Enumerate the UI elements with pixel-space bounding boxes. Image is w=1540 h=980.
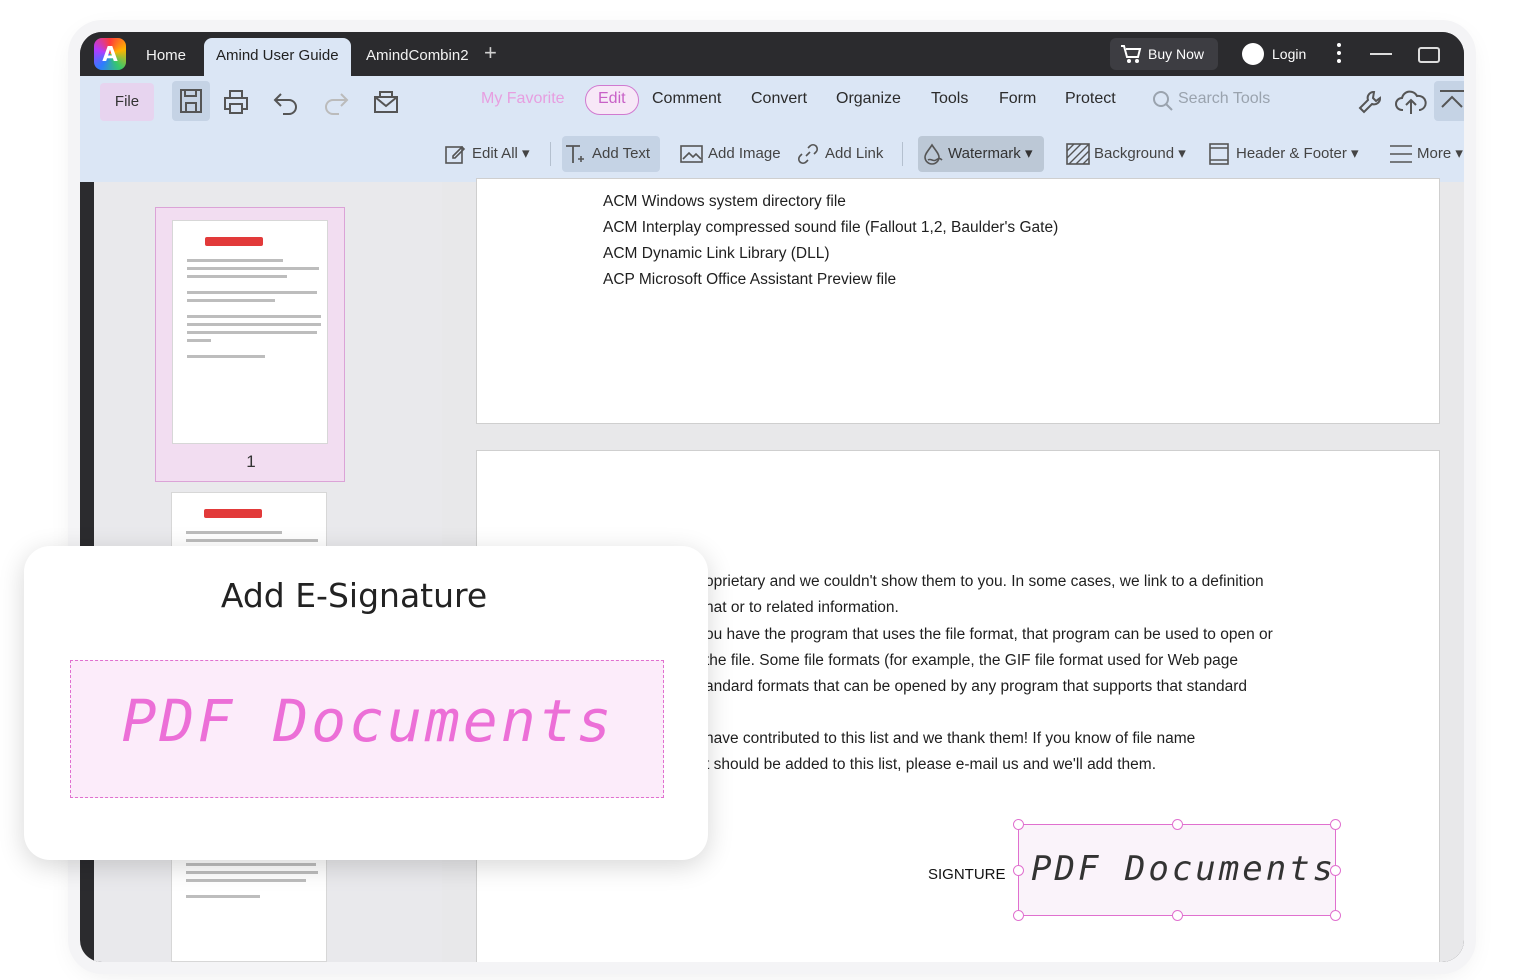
- watermark-label: Watermark ▾: [948, 145, 1033, 162]
- title-bar: A Home Amind User Guide AmindCombin2 + B…: [80, 32, 1464, 76]
- watermark-icon: [924, 143, 943, 165]
- buy-now-button[interactable]: Buy Now: [1110, 38, 1218, 70]
- signature-field[interactable]: PDF Documents: [1013, 819, 1341, 921]
- edit-all-icon: [445, 145, 466, 164]
- header-footer-button[interactable]: Header & Footer ▾: [1206, 136, 1359, 172]
- doc-text-line: have contributed to this list and we tha…: [705, 730, 1196, 747]
- minimize-icon[interactable]: [1370, 53, 1392, 55]
- app-logo-icon[interactable]: A: [94, 38, 126, 70]
- thumbnail-title-mark: [205, 237, 263, 246]
- resize-handle[interactable]: [1172, 819, 1183, 830]
- esignature-drawing-area[interactable]: PDF Documents: [70, 660, 664, 798]
- add-text-button[interactable]: Add Text: [562, 136, 661, 172]
- search-icon: [1153, 91, 1173, 111]
- add-image-label: Add Image: [708, 145, 781, 162]
- esignature-card-title: Add E-Signature: [220, 576, 488, 615]
- add-esignature-card: Add E-Signature PDF Documents: [24, 546, 708, 860]
- toolbar-divider: [550, 142, 551, 166]
- add-image-button[interactable]: Add Image: [678, 136, 781, 172]
- signature-label: SIGNTURE: [928, 866, 1006, 883]
- undo-icon[interactable]: [272, 88, 300, 116]
- add-link-button[interactable]: Add Link: [795, 136, 883, 172]
- doc-text-line: ACM Interplay compressed sound file (Fal…: [603, 219, 1059, 236]
- background-button[interactable]: Background ▾: [1064, 136, 1186, 172]
- doc-text-line: ACM Windows system directory file: [603, 193, 846, 210]
- document-page-1: ACM Windows system directory file ACM In…: [476, 178, 1440, 424]
- menu-protect[interactable]: Protect: [1065, 90, 1116, 108]
- add-link-label: Add Link: [825, 145, 884, 162]
- link-icon: [797, 143, 819, 165]
- collapse-ribbon-icon[interactable]: [1434, 81, 1464, 121]
- mail-icon[interactable]: [372, 88, 400, 116]
- menu-comment[interactable]: Comment: [652, 90, 721, 108]
- doc-text-line: hat or to related information.: [705, 599, 899, 616]
- doc-text-line: ACP Microsoft Office Assistant Preview f…: [603, 271, 897, 288]
- search-tools-placeholder: Search Tools: [1178, 90, 1271, 107]
- login-label: Login: [1272, 46, 1307, 62]
- wrench-icon[interactable]: [1356, 88, 1384, 116]
- more-button[interactable]: More ▾: [1387, 136, 1463, 172]
- menu-tools[interactable]: Tools: [931, 90, 968, 108]
- thumbnail-page-1[interactable]: 1: [155, 207, 345, 482]
- hamburger-icon: [1390, 145, 1412, 163]
- doc-text-line: oprietary and we couldn't show them to y…: [705, 573, 1264, 590]
- more-vertical-icon[interactable]: [1332, 40, 1346, 68]
- search-tools-input[interactable]: Search Tools: [1152, 90, 1271, 111]
- menu-convert[interactable]: Convert: [751, 90, 807, 108]
- resize-handle[interactable]: [1013, 910, 1024, 921]
- background-label: Background ▾: [1094, 145, 1186, 162]
- doc-text-line: ou have the program that uses the file f…: [705, 626, 1273, 643]
- file-menu-button[interactable]: File: [100, 83, 154, 121]
- menu-my-favorite[interactable]: My Favorite: [481, 90, 565, 108]
- tab-amindcombin2[interactable]: AmindCombin2: [354, 38, 481, 76]
- maximize-icon[interactable]: [1418, 47, 1440, 63]
- signature-text: PDF Documents: [1031, 849, 1337, 889]
- doc-text-line: andard formats that can be opened by any…: [705, 678, 1247, 695]
- header-footer-icon: [1209, 143, 1229, 165]
- thumbnail-page-number: 1: [246, 452, 256, 471]
- resize-handle[interactable]: [1330, 819, 1341, 830]
- toolbar-divider: [902, 142, 903, 166]
- thumbnail-title-mark: [204, 509, 262, 518]
- add-image-icon: [680, 145, 703, 163]
- add-text-label: Add Text: [592, 145, 651, 162]
- redo-icon[interactable]: [322, 88, 350, 116]
- edit-all-button[interactable]: Edit All ▾: [442, 136, 530, 172]
- tab-amind-user-guide[interactable]: Amind User Guide: [204, 38, 351, 76]
- menu-edit[interactable]: Edit: [585, 85, 639, 115]
- header-footer-label: Header & Footer ▾: [1236, 145, 1359, 162]
- print-icon[interactable]: [222, 88, 250, 116]
- menu-form[interactable]: Form: [999, 90, 1036, 108]
- thumbnail-page-preview: [172, 220, 328, 444]
- user-avatar-icon: [1242, 43, 1264, 65]
- resize-handle[interactable]: [1330, 865, 1341, 876]
- login-button[interactable]: Login: [1240, 38, 1320, 70]
- esignature-preview-text: PDF Documents: [121, 687, 615, 755]
- resize-handle[interactable]: [1172, 910, 1183, 921]
- doc-text-line: t should be added to this list, please e…: [705, 756, 1156, 773]
- tab-home[interactable]: Home: [134, 38, 198, 76]
- cloud-upload-icon[interactable]: [1395, 88, 1427, 116]
- resize-handle[interactable]: [1013, 865, 1024, 876]
- cart-icon: [1121, 45, 1142, 63]
- edit-all-label: Edit All ▾: [472, 145, 530, 162]
- resize-handle[interactable]: [1013, 819, 1024, 830]
- menu-organize[interactable]: Organize: [836, 90, 901, 108]
- doc-text-line: ACM Dynamic Link Library (DLL): [603, 245, 830, 262]
- more-label: More ▾: [1417, 145, 1463, 162]
- buy-now-label: Buy Now: [1148, 46, 1205, 62]
- add-text-icon: [566, 145, 584, 163]
- resize-handle[interactable]: [1330, 910, 1341, 921]
- doc-text-line: the file. Some file formats (for example…: [705, 652, 1238, 669]
- background-icon: [1066, 143, 1090, 165]
- save-icon[interactable]: [172, 81, 210, 121]
- watermark-button[interactable]: Watermark ▾: [918, 136, 1045, 172]
- new-tab-plus-icon[interactable]: +: [484, 40, 497, 66]
- ribbon-toolbar: File My Favorite Edit Comment Convert Or…: [80, 76, 1464, 182]
